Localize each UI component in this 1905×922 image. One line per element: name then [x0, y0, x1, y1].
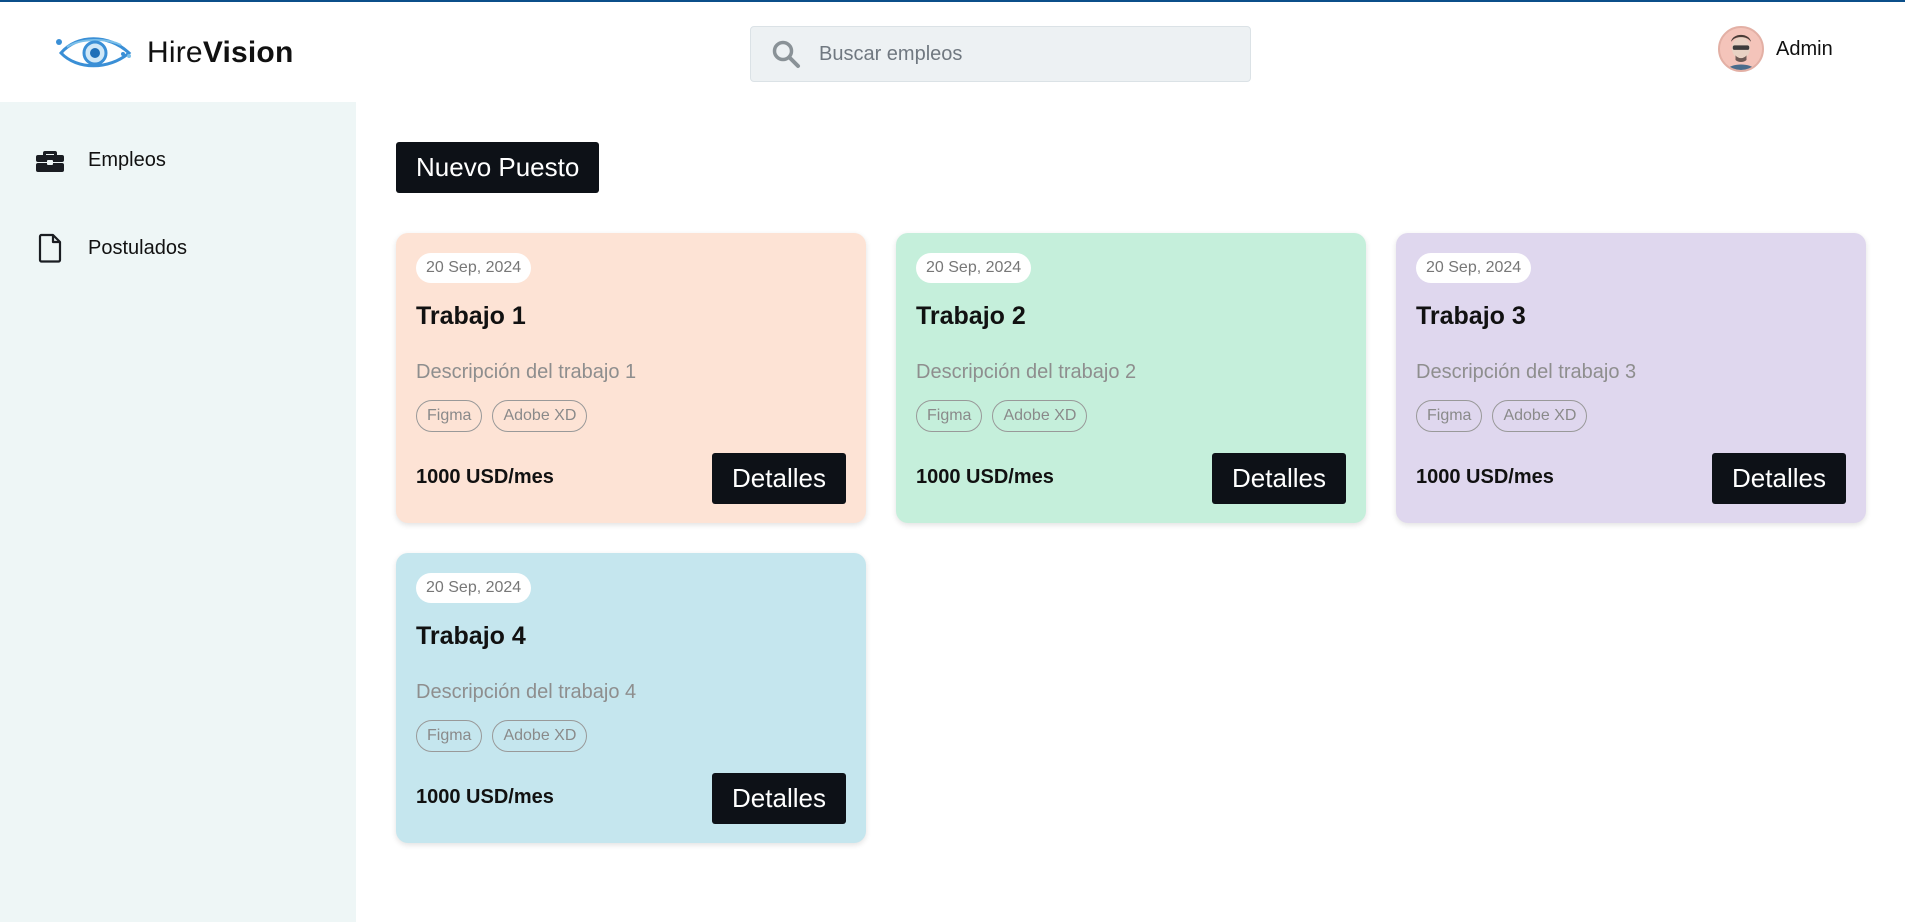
tag: Figma [916, 400, 983, 432]
job-title: Trabajo 2 [916, 302, 1026, 330]
sidebar: Empleos Postulados [0, 102, 356, 922]
job-tags: Figma Adobe XD [416, 400, 588, 432]
job-salary: 1000 USD/mes [1416, 466, 1554, 488]
job-salary: 1000 USD/mes [416, 466, 554, 488]
details-button[interactable]: Detalles [712, 453, 846, 504]
job-tags: Figma Adobe XD [916, 400, 1088, 432]
job-tags: Figma Adobe XD [1416, 400, 1588, 432]
sidebar-item-empleos[interactable]: Empleos [34, 144, 166, 176]
user-name: Admin [1776, 37, 1833, 60]
job-title: Trabajo 1 [416, 302, 526, 330]
new-position-button[interactable]: Nuevo Puesto [396, 142, 600, 193]
tag: Adobe XD [492, 720, 588, 752]
avatar[interactable] [1718, 26, 1764, 72]
tag: Adobe XD [992, 400, 1088, 432]
search-icon [772, 40, 800, 68]
main-content: Nuevo Puesto 20 Sep, 2024 Trabajo 1 Desc… [356, 102, 1905, 922]
file-icon [34, 232, 66, 264]
search-box[interactable] [750, 26, 1251, 82]
job-card: 20 Sep, 2024 Trabajo 4 Descripción del t… [396, 553, 866, 843]
job-date: 20 Sep, 2024 [1416, 253, 1532, 283]
job-description: Descripción del trabajo 2 [916, 361, 1137, 383]
job-description: Descripción del trabajo 4 [416, 681, 637, 703]
tag: Figma [1416, 400, 1483, 432]
job-date: 20 Sep, 2024 [416, 253, 532, 283]
job-date: 20 Sep, 2024 [416, 573, 532, 603]
job-salary: 1000 USD/mes [916, 466, 1054, 488]
brand-name-light: Hire [147, 36, 203, 69]
details-button[interactable]: Detalles [712, 773, 846, 824]
job-description: Descripción del trabajo 1 [416, 361, 637, 383]
job-card: 20 Sep, 2024 Trabajo 2 Descripción del t… [896, 233, 1366, 523]
user-avatar-icon [1720, 28, 1762, 70]
logo[interactable]: HireVision [55, 30, 294, 76]
job-card: 20 Sep, 2024 Trabajo 1 Descripción del t… [396, 233, 866, 523]
brand-name: HireVision [147, 36, 294, 70]
user-menu[interactable]: Admin [1718, 26, 1833, 72]
sidebar-item-postulados[interactable]: Postulados [34, 232, 187, 264]
briefcase-icon [34, 144, 66, 176]
top-header: HireVision Admin [0, 2, 1905, 102]
tag: Figma [416, 400, 483, 432]
job-salary: 1000 USD/mes [416, 786, 554, 808]
sidebar-item-label: Postulados [88, 236, 187, 259]
job-card: 20 Sep, 2024 Trabajo 3 Descripción del t… [1396, 233, 1866, 523]
job-description: Descripción del trabajo 3 [1416, 361, 1637, 383]
job-tags: Figma Adobe XD [416, 720, 588, 752]
tag: Adobe XD [492, 400, 588, 432]
eye-logo-icon [56, 37, 132, 68]
job-title: Trabajo 3 [1416, 302, 1526, 330]
details-button[interactable]: Detalles [1712, 453, 1846, 504]
tag: Figma [416, 720, 483, 752]
job-title: Trabajo 4 [416, 622, 526, 650]
sidebar-item-label: Empleos [88, 148, 166, 171]
tag: Adobe XD [1492, 400, 1588, 432]
details-button[interactable]: Detalles [1212, 453, 1346, 504]
job-date: 20 Sep, 2024 [916, 253, 1032, 283]
search-input[interactable] [819, 42, 1219, 66]
brand-name-bold: Vision [202, 36, 294, 69]
